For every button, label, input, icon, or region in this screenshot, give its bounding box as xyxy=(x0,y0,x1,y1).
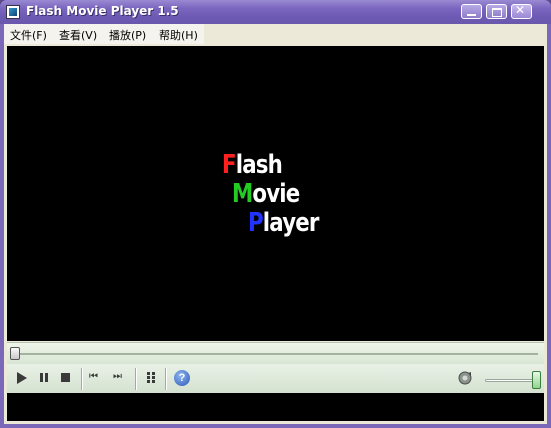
logo-word-movie: ovie xyxy=(252,179,300,209)
previous-button[interactable]: ⏮ xyxy=(89,371,105,385)
playlist-button[interactable] xyxy=(144,371,160,385)
logo-letter-m: M xyxy=(232,179,253,209)
speaker-icon[interactable] xyxy=(457,370,473,386)
separator xyxy=(135,368,137,390)
maximize-icon xyxy=(492,8,502,17)
separator xyxy=(165,368,167,390)
grid-icon xyxy=(147,380,150,383)
grid-icon xyxy=(147,376,150,379)
stop-button[interactable] xyxy=(58,371,74,385)
logo-word-flash: lash xyxy=(235,150,283,180)
menu-bar: 文件(F) 查看(V) 播放(P) 帮助(H) xyxy=(4,24,547,44)
grid-icon xyxy=(152,376,155,379)
menu-help[interactable]: 帮助(H) xyxy=(159,27,198,43)
grid-icon xyxy=(147,372,150,375)
seek-track[interactable] xyxy=(13,353,538,355)
logo-word-player: layer xyxy=(262,208,320,238)
separator xyxy=(81,368,83,390)
pause-button[interactable] xyxy=(36,371,52,385)
grid-icon xyxy=(152,380,155,383)
control-bar: ⏮ ⏭ ? xyxy=(7,364,544,393)
menu-play[interactable]: 播放(P) xyxy=(109,27,146,43)
logo-line-player: Player xyxy=(248,210,319,236)
logo-letter-f: F xyxy=(222,150,237,180)
seek-thumb[interactable] xyxy=(10,347,20,360)
close-button[interactable]: ✕ xyxy=(511,3,532,19)
client-area: 文件(F) 查看(V) 播放(P) 帮助(H) Flash Movie Play… xyxy=(4,24,547,424)
volume-track[interactable] xyxy=(485,379,535,382)
play-button[interactable] xyxy=(14,371,30,385)
logo-line-movie: Movie xyxy=(232,179,300,209)
menu-file[interactable]: 文件(F) xyxy=(10,27,47,43)
status-bar xyxy=(7,393,544,421)
app-window: Flash Movie Player 1.5 ✕ 文件(F) 查看(V) 播放(… xyxy=(0,0,551,428)
seek-bar[interactable] xyxy=(7,342,544,364)
minimize-button[interactable] xyxy=(461,4,482,19)
grid-icon xyxy=(152,372,155,375)
next-button[interactable]: ⏭ xyxy=(113,371,129,385)
volume-thumb[interactable] xyxy=(532,371,541,389)
app-icon[interactable] xyxy=(6,5,20,19)
close-icon: ✕ xyxy=(515,3,526,17)
title-bar[interactable]: Flash Movie Player 1.5 ✕ xyxy=(0,0,551,24)
logo-line-flash: Flash xyxy=(222,150,283,180)
video-area[interactable]: Flash Movie Player xyxy=(7,46,544,341)
help-button[interactable]: ? xyxy=(174,370,190,386)
window-title: Flash Movie Player 1.5 xyxy=(26,4,179,18)
logo-letter-p: P xyxy=(248,208,264,238)
minimize-icon xyxy=(467,14,476,16)
menu-view[interactable]: 查看(V) xyxy=(59,27,97,43)
maximize-button[interactable] xyxy=(486,4,507,19)
